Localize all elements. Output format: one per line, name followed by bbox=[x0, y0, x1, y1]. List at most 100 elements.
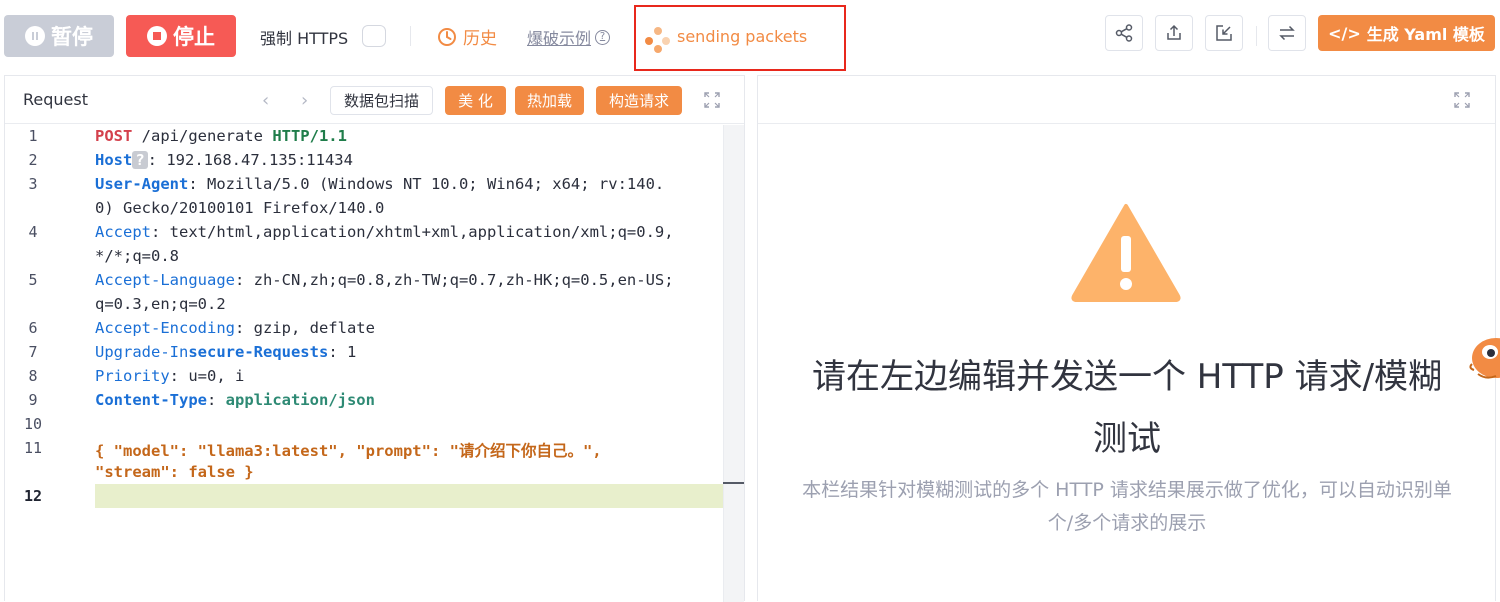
pause-label: 暂停 bbox=[51, 25, 93, 49]
mascot-icon[interactable] bbox=[1466, 334, 1500, 386]
code-line: Priority: u=0, i bbox=[95, 367, 244, 385]
hotload-label: 热加载 bbox=[526, 92, 572, 110]
share-icon bbox=[1115, 24, 1133, 42]
scrollbar-cursor-marker bbox=[723, 482, 744, 484]
code-line: User-Agent: Mozilla/5.0 (Windows NT 10.0… bbox=[95, 175, 664, 193]
code-line: q=0.3,en;q=0.2 bbox=[95, 295, 226, 313]
sending-status-text: sending packets bbox=[677, 27, 808, 46]
line-number: 6 bbox=[28, 319, 38, 337]
header-key: Accept-Language bbox=[95, 271, 235, 289]
header-key: Content-Type bbox=[95, 391, 207, 409]
warning-icon bbox=[1071, 204, 1181, 302]
import-icon bbox=[1216, 25, 1232, 41]
line-number: 11 bbox=[23, 439, 43, 457]
beautify-button[interactable]: 美 化 bbox=[445, 86, 506, 115]
code-line: 0) Gecko/20100101 Firefox/140.0 bbox=[95, 199, 384, 217]
request-panel: Request ‹ › 数据包扫描 美 化 热加载 构造请求 1 2 3 4 5… bbox=[4, 75, 745, 602]
packet-scan-button[interactable]: 数据包扫描 bbox=[330, 86, 433, 115]
code-line: Accept: text/html,application/xhtml+xml,… bbox=[95, 223, 674, 241]
stop-button[interactable]: 停止 bbox=[126, 15, 236, 57]
code-line: { "model": "llama3:latest", "prompt": "请… bbox=[95, 442, 602, 460]
header-value: : gzip, deflate bbox=[234, 319, 375, 337]
code-line: "stream": false } bbox=[95, 463, 254, 481]
unknown-char-badge: ? bbox=[132, 151, 148, 169]
packet-scan-label: 数据包扫描 bbox=[343, 92, 419, 110]
chevron-right-icon[interactable]: › bbox=[301, 90, 308, 111]
line-number: 4 bbox=[28, 223, 38, 241]
empty-state-description: 本栏结果针对模糊测试的多个 HTTP 请求结果展示做了优化，可以自动识别单个/多… bbox=[802, 479, 1452, 534]
editor-scrollbar[interactable] bbox=[723, 125, 744, 602]
header-value: 0) Gecko/20100101 Firefox/140.0 bbox=[95, 199, 385, 217]
example-label: 爆破示例 bbox=[527, 29, 592, 48]
construct-request-label: 构造请求 bbox=[608, 92, 669, 110]
line-number: 9 bbox=[28, 391, 38, 409]
export-button[interactable] bbox=[1155, 15, 1193, 51]
fullscreen-icon[interactable] bbox=[1453, 91, 1471, 109]
line-number: 1 bbox=[28, 127, 38, 145]
current-line-highlight bbox=[95, 484, 723, 508]
line-number: 7 bbox=[28, 343, 38, 361]
header-value: */*;q=0.8 bbox=[95, 247, 179, 265]
header-value: : text/html,application/xhtml+xml,applic… bbox=[151, 223, 674, 241]
loading-dots-icon bbox=[645, 27, 671, 53]
http-protocol: HTTP/1.1 bbox=[272, 127, 347, 145]
generate-yaml-button[interactable]: </> 生成 Yaml 模板 bbox=[1318, 15, 1495, 51]
code-line: Accept-Language: zh-CN,zh;q=0.8,zh-TW;q=… bbox=[95, 271, 674, 289]
import-button[interactable] bbox=[1205, 15, 1243, 51]
code-line: */*;q=0.8 bbox=[95, 247, 179, 265]
response-header bbox=[758, 76, 1495, 124]
stop-label: 停止 bbox=[173, 25, 215, 49]
request-header: Request ‹ › 数据包扫描 美 化 热加载 构造请求 bbox=[5, 76, 744, 124]
header-key: Accept-Encoding bbox=[95, 319, 235, 337]
http-method: POST bbox=[95, 127, 133, 145]
pause-icon bbox=[25, 26, 45, 46]
request-path: /api/generate bbox=[132, 127, 273, 145]
response-panel: 请在左边编辑并发送一个 HTTP 请求/模糊测试 本栏结果针对模糊测试的多个 H… bbox=[757, 75, 1496, 601]
header-key: Host bbox=[95, 151, 133, 169]
code-line: Content-Type: application/json bbox=[95, 391, 375, 409]
header-key: Upgrade-In bbox=[95, 343, 189, 361]
history-button[interactable]: 历史 bbox=[437, 24, 497, 49]
header-value: : 1 bbox=[328, 343, 357, 361]
top-toolbar: 暂停 停止 强制 HTTPS 历史 爆破示例 ? sending packets bbox=[0, 0, 1500, 72]
brute-force-example-link[interactable]: 爆破示例 ? bbox=[527, 25, 611, 49]
header-value: : 192.168.47.135:11434 bbox=[147, 151, 353, 169]
header-key: secure-Requests bbox=[188, 343, 329, 361]
header-key: User-Agent bbox=[95, 175, 189, 193]
code-line: Upgrade-Insecure-Requests: 1 bbox=[95, 343, 356, 361]
hotload-button[interactable]: 热加载 bbox=[515, 86, 584, 115]
divider bbox=[410, 26, 411, 46]
line-number: 2 bbox=[28, 151, 38, 169]
empty-state-title: 请在左边编辑并发送一个 HTTP 请求/模糊测试 bbox=[811, 357, 1443, 459]
chevron-left-icon[interactable]: ‹ bbox=[262, 90, 269, 111]
request-title: Request bbox=[23, 90, 88, 109]
request-editor[interactable]: 1 2 3 4 5 6 7 8 9 10 11 12 POST /api/gen… bbox=[5, 125, 744, 602]
help-icon: ? bbox=[595, 29, 611, 45]
clock-icon bbox=[438, 27, 456, 46]
line-number: 3 bbox=[28, 175, 38, 193]
line-number: 8 bbox=[28, 367, 38, 385]
code-icon: </> bbox=[1328, 23, 1361, 43]
fullscreen-icon[interactable] bbox=[703, 91, 721, 109]
header-value: q=0.3,en;q=0.2 bbox=[95, 295, 226, 313]
pause-button[interactable]: 暂停 bbox=[4, 15, 114, 57]
generate-yaml-label: 生成 Yaml 模板 bbox=[1366, 25, 1485, 44]
header-separator: : bbox=[206, 391, 226, 409]
swap-arrows-icon bbox=[1279, 25, 1295, 41]
header-key: Priority bbox=[95, 367, 170, 385]
upload-icon bbox=[1167, 24, 1181, 40]
share-button[interactable] bbox=[1105, 15, 1143, 51]
header-value: : Mozilla/5.0 (Windows NT 10.0; Win64; x… bbox=[188, 175, 665, 193]
code-line: POST /api/generate HTTP/1.1 bbox=[95, 127, 347, 145]
beautify-label: 美 化 bbox=[458, 92, 493, 110]
code-line: Accept-Encoding: gzip, deflate bbox=[95, 319, 375, 337]
line-number: 10 bbox=[23, 415, 43, 433]
construct-request-button[interactable]: 构造请求 bbox=[596, 86, 682, 115]
force-https-checkbox[interactable] bbox=[362, 25, 386, 47]
divider bbox=[1256, 26, 1257, 46]
swap-button[interactable] bbox=[1268, 15, 1306, 51]
force-https-label: 强制 HTTPS bbox=[260, 29, 349, 48]
header-key: Accept bbox=[95, 223, 151, 241]
line-number: 5 bbox=[28, 271, 38, 289]
header-value: : zh-CN,zh;q=0.8,zh-TW;q=0.7,zh-HK;q=0.5… bbox=[234, 271, 674, 289]
